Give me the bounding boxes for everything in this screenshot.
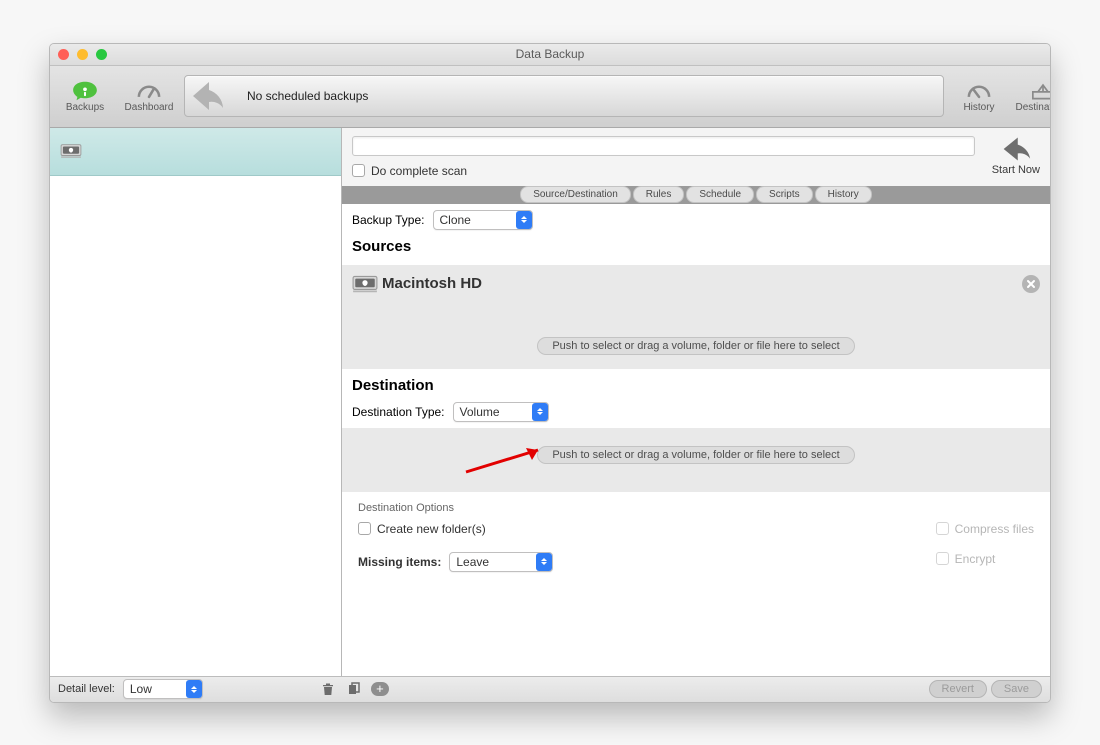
toolbar-destinations[interactable]: Destinations bbox=[1018, 80, 1051, 113]
plus-icon: + bbox=[371, 682, 389, 696]
create-folder-checkbox[interactable] bbox=[358, 522, 371, 535]
banner-chevron-icon bbox=[184, 75, 239, 117]
minimize-icon[interactable] bbox=[77, 49, 88, 60]
toolbar-dashboard-label: Dashboard bbox=[125, 102, 174, 113]
toolbar-history-label: History bbox=[963, 102, 994, 113]
close-icon[interactable] bbox=[58, 49, 69, 60]
destination-type-select[interactable]: Volume bbox=[453, 402, 549, 422]
remove-source-button[interactable] bbox=[1022, 275, 1040, 293]
tabs-strip: Source/Destination Rules Schedule Script… bbox=[342, 186, 1050, 204]
source-item-name: Macintosh HD bbox=[382, 275, 482, 292]
internal-disk-icon bbox=[352, 273, 378, 295]
content: Do complete scan Start Now Source/Destin… bbox=[342, 128, 1050, 676]
toolbar-backups-label: Backups bbox=[66, 102, 104, 113]
window-title: Data Backup bbox=[516, 47, 585, 61]
compress-checkbox bbox=[936, 522, 949, 535]
close-icon bbox=[1026, 279, 1036, 289]
backup-type-value: Clone bbox=[440, 213, 471, 227]
toolbar-destinations-label: Destinations bbox=[1015, 102, 1051, 113]
revert-button[interactable]: Revert bbox=[929, 680, 987, 698]
complete-scan-label: Do complete scan bbox=[371, 164, 467, 178]
dest-options-legend: Destination Options bbox=[358, 502, 1034, 522]
toolbar-dashboard[interactable]: Dashboard bbox=[124, 80, 174, 113]
destination-box: Push to select or drag a volume, folder … bbox=[342, 428, 1050, 492]
gauge-icon bbox=[965, 80, 993, 102]
destination-type-label: Destination Type: bbox=[352, 405, 445, 419]
save-button[interactable]: Save bbox=[991, 680, 1042, 698]
speech-bubble-icon bbox=[71, 80, 99, 102]
gauge-icon bbox=[135, 80, 163, 102]
compress-label: Compress files bbox=[955, 522, 1034, 536]
missing-items-select[interactable]: Leave bbox=[449, 552, 553, 572]
missing-items-value: Leave bbox=[456, 555, 489, 569]
encrypt-checkbox bbox=[936, 552, 949, 565]
destination-type-value: Volume bbox=[460, 405, 500, 419]
complete-scan-checkbox[interactable] bbox=[352, 164, 365, 177]
sources-heading: Sources bbox=[352, 236, 1040, 259]
chevron-updown-icon bbox=[186, 680, 202, 698]
start-now-label: Start Now bbox=[992, 164, 1040, 176]
encrypt-label: Encrypt bbox=[955, 552, 996, 566]
detail-level-label: Detail level: bbox=[58, 683, 115, 695]
backup-type-label: Backup Type: bbox=[352, 213, 425, 227]
add-button[interactable]: + bbox=[371, 681, 389, 697]
tab-rules[interactable]: Rules bbox=[633, 186, 685, 203]
destination-dropzone[interactable]: Push to select or drag a volume, folder … bbox=[537, 446, 854, 464]
missing-items-label: Missing items: bbox=[358, 555, 441, 569]
titlebar: Data Backup bbox=[50, 44, 1050, 66]
box-out-icon bbox=[1029, 80, 1051, 102]
chevron-updown-icon bbox=[532, 403, 548, 421]
app-window: Data Backup Backups Dashboard No schedu bbox=[49, 43, 1051, 703]
schedule-banner-text: No scheduled backups bbox=[247, 89, 368, 103]
detail-level-value: Low bbox=[130, 682, 152, 696]
trash-icon bbox=[321, 682, 335, 696]
tab-schedule[interactable]: Schedule bbox=[686, 186, 754, 203]
destination-options: Destination Options Create new folder(s)… bbox=[342, 492, 1050, 584]
bottom-bar: Detail level: Low + Revert Save bbox=[50, 676, 1050, 702]
tab-scripts[interactable]: Scripts bbox=[756, 186, 813, 203]
create-folder-label: Create new folder(s) bbox=[377, 522, 486, 536]
backup-type-select[interactable]: Clone bbox=[433, 210, 533, 230]
toolbar-backups[interactable]: Backups bbox=[60, 80, 110, 113]
sidebar-item-disk[interactable] bbox=[50, 128, 341, 176]
backup-name-input[interactable] bbox=[352, 136, 975, 156]
detail-level-select[interactable]: Low bbox=[123, 679, 203, 699]
toolbar: Backups Dashboard No scheduled backups bbox=[50, 66, 1050, 128]
toolbar-history[interactable]: History bbox=[954, 80, 1004, 113]
internal-disk-icon bbox=[60, 142, 82, 160]
zoom-icon[interactable] bbox=[96, 49, 107, 60]
window-controls bbox=[58, 49, 107, 60]
start-now-button[interactable]: Start Now bbox=[992, 134, 1040, 176]
copy-icon bbox=[347, 682, 361, 696]
tab-history[interactable]: History bbox=[815, 186, 872, 203]
chevron-updown-icon bbox=[516, 211, 532, 229]
chevron-updown-icon bbox=[536, 553, 552, 571]
duplicate-button[interactable] bbox=[345, 681, 363, 697]
start-arrow-icon bbox=[998, 134, 1034, 164]
sources-dropzone[interactable]: Push to select or drag a volume, folder … bbox=[537, 337, 854, 355]
tab-source-destination[interactable]: Source/Destination bbox=[520, 186, 631, 203]
schedule-banner: No scheduled backups bbox=[184, 75, 944, 117]
destination-heading: Destination bbox=[352, 375, 1040, 398]
sources-box: Macintosh HD Push to select or drag a vo… bbox=[342, 265, 1050, 369]
sidebar bbox=[50, 128, 342, 676]
trash-button[interactable] bbox=[319, 681, 337, 697]
